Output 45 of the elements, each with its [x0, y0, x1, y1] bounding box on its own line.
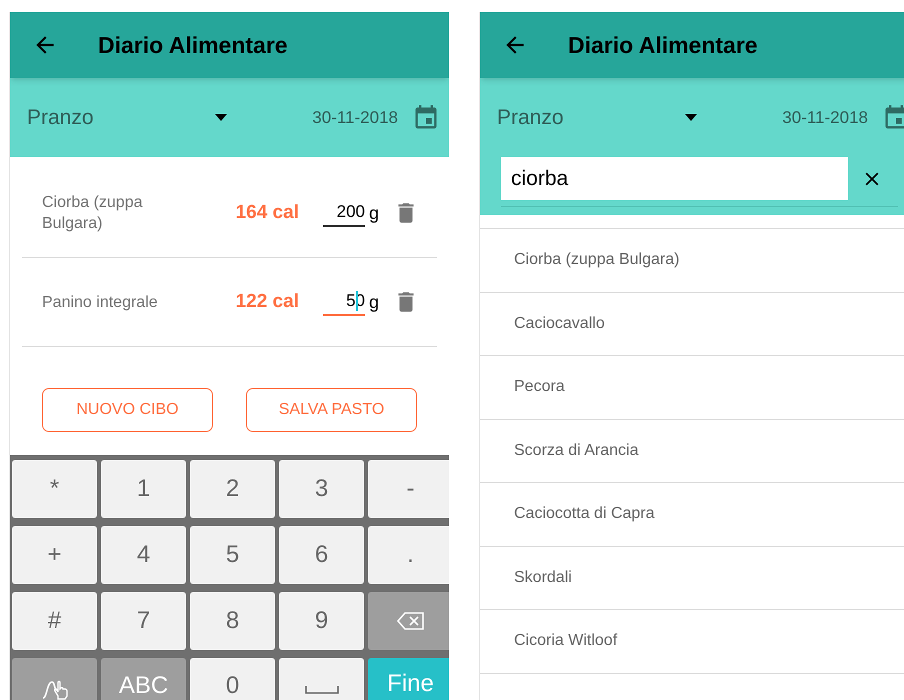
keyboard-key[interactable]: 1 — [101, 460, 186, 518]
keyboard-key[interactable]: 3 — [279, 460, 364, 518]
meal-dropdown[interactable]: Pranzo — [497, 102, 697, 134]
backspace-key[interactable] — [368, 592, 449, 650]
calorie-text: 164 cal — [236, 200, 299, 225]
keyboard-key[interactable]: 9 — [279, 592, 364, 650]
keyboard-key[interactable]: . — [368, 526, 449, 584]
keyboard-key[interactable]: 6 — [279, 526, 364, 584]
keyboard-key[interactable]: + — [12, 526, 97, 584]
keyboard-key[interactable]: - — [368, 460, 449, 518]
gesture-key[interactable] — [12, 658, 97, 700]
action-button[interactable]: SALVA PASTO — [246, 388, 417, 432]
search-result-item[interactable]: Caciocavallo — [480, 292, 904, 355]
screen-title: Diario Alimentare — [98, 30, 288, 60]
keyboard-key[interactable]: 4 — [101, 526, 186, 584]
space-bar-icon[interactable] — [304, 686, 338, 694]
quantity-field[interactable]: 200 — [322, 199, 365, 227]
keyboard-key[interactable]: 2 — [190, 460, 275, 518]
dropdown-caret-icon[interactable] — [215, 114, 227, 121]
search-result-item[interactable]: Scorza di Arancia — [480, 418, 904, 482]
search-result-item[interactable]: Pecora — [480, 355, 904, 418]
keyboard-key[interactable]: 8 — [190, 592, 275, 650]
keyboard-key[interactable]: # — [12, 592, 97, 650]
keyboard-key[interactable]: ABC — [101, 658, 186, 700]
screen-title: Diario Alimentare — [568, 30, 758, 60]
search-result-item[interactable]: Cicoria Witloof — [480, 609, 904, 672]
calorie-text: 122 cal — [236, 290, 299, 314]
date-text: 30-11-2018 — [312, 106, 398, 129]
unit-text: g — [368, 202, 379, 225]
food-name: Panino integrale — [42, 292, 159, 312]
food-name: Ciorba (zuppa Bulgara) — [42, 193, 144, 234]
unit-text: g — [368, 290, 379, 314]
keyboard-key[interactable]: 0 — [190, 658, 275, 700]
keyboard-key[interactable]: 7 — [101, 592, 186, 650]
search-result-item[interactable]: Ciorba (zuppa Bulgara) — [480, 228, 904, 292]
date-text: 30-11-2018 — [782, 106, 868, 129]
search-result-item[interactable]: Skordali — [480, 546, 904, 609]
search-result-item[interactable]: Caciocotta di Capra — [480, 482, 904, 546]
dropdown-caret-icon[interactable] — [685, 114, 697, 121]
keyboard-key[interactable]: * — [12, 460, 97, 518]
backspace-icon[interactable] — [396, 612, 424, 630]
search-field[interactable]: ciorba — [501, 157, 848, 200]
meal-dropdown[interactable]: Pranzo — [27, 102, 227, 134]
action-button[interactable]: NUOVO CIBO — [42, 388, 213, 432]
keyboard-key[interactable]: 5 — [190, 526, 275, 584]
